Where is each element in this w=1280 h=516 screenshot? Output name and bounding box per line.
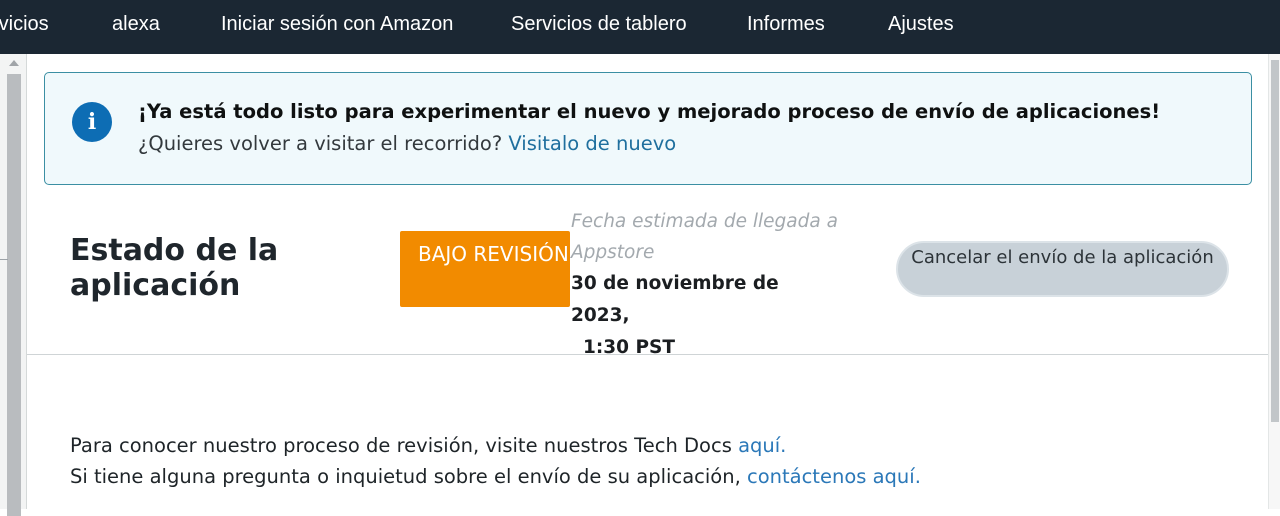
- eta-date: 30 de noviembre de 2023,: [571, 273, 779, 326]
- nav-item-servicios[interactable]: rvicios: [0, 12, 49, 36]
- banner-subtitle-text: ¿Quieres volver a visitar el recorrido?: [138, 132, 503, 155]
- nav-item-dashboard-services[interactable]: Servicios de tablero: [511, 12, 687, 36]
- right-scrollbar-thumb[interactable]: [1271, 60, 1279, 422]
- top-navigation-bar: rvicios alexa Iniciar sesión con Amazon …: [0, 0, 1280, 54]
- help-text-contact: Si tiene alguna pregunta o inquietud sob…: [70, 465, 741, 488]
- nav-item-reports[interactable]: Informes: [747, 12, 825, 36]
- banner-subtitle: ¿Quieres volver a visitar el recorrido? …: [138, 132, 676, 155]
- tech-docs-link[interactable]: aquí.: [738, 434, 786, 457]
- nav-item-login-with-amazon[interactable]: Iniciar sesión con Amazon: [221, 12, 453, 36]
- left-scrollbar-thumb[interactable]: [7, 74, 21, 516]
- help-text-review-process: Para conocer nuestro proceso de revisión…: [70, 434, 732, 457]
- scroll-up-arrow-icon[interactable]: [9, 60, 19, 66]
- info-banner: i ¡Ya está todo listo para experimentar …: [44, 72, 1252, 185]
- right-scrollbar[interactable]: [1268, 54, 1280, 509]
- help-line-contact: Si tiene alguna pregunta o inquietud sob…: [70, 465, 921, 488]
- page-title: Estado de la aplicación: [70, 233, 279, 303]
- banner-title: ¡Ya está todo listo para experimentar el…: [138, 100, 1161, 123]
- info-icon: i: [72, 102, 112, 142]
- nav-item-alexa[interactable]: alexa: [112, 12, 160, 36]
- nav-item-settings[interactable]: Ajustes: [888, 12, 954, 36]
- contact-us-link[interactable]: contáctenos aquí.: [747, 465, 921, 488]
- revisit-tour-link[interactable]: Visitalo de nuevo: [508, 132, 676, 155]
- eta-label: Fecha estimada de llegada a Appstore: [571, 211, 838, 263]
- section-divider: [27, 354, 1268, 355]
- eta-value: 30 de noviembre de 2023, 1:30 PST: [571, 268, 841, 364]
- help-line-review-process: Para conocer nuestro proceso de revisión…: [70, 434, 786, 457]
- rail-divider: [0, 259, 8, 260]
- status-badge: BAJO REVISIÓN: [400, 231, 570, 307]
- eta-time: 1:30 PST: [583, 337, 675, 358]
- cancel-submission-button[interactable]: Cancelar el envío de la aplicación: [896, 241, 1229, 297]
- left-scrollbar[interactable]: [0, 54, 27, 516]
